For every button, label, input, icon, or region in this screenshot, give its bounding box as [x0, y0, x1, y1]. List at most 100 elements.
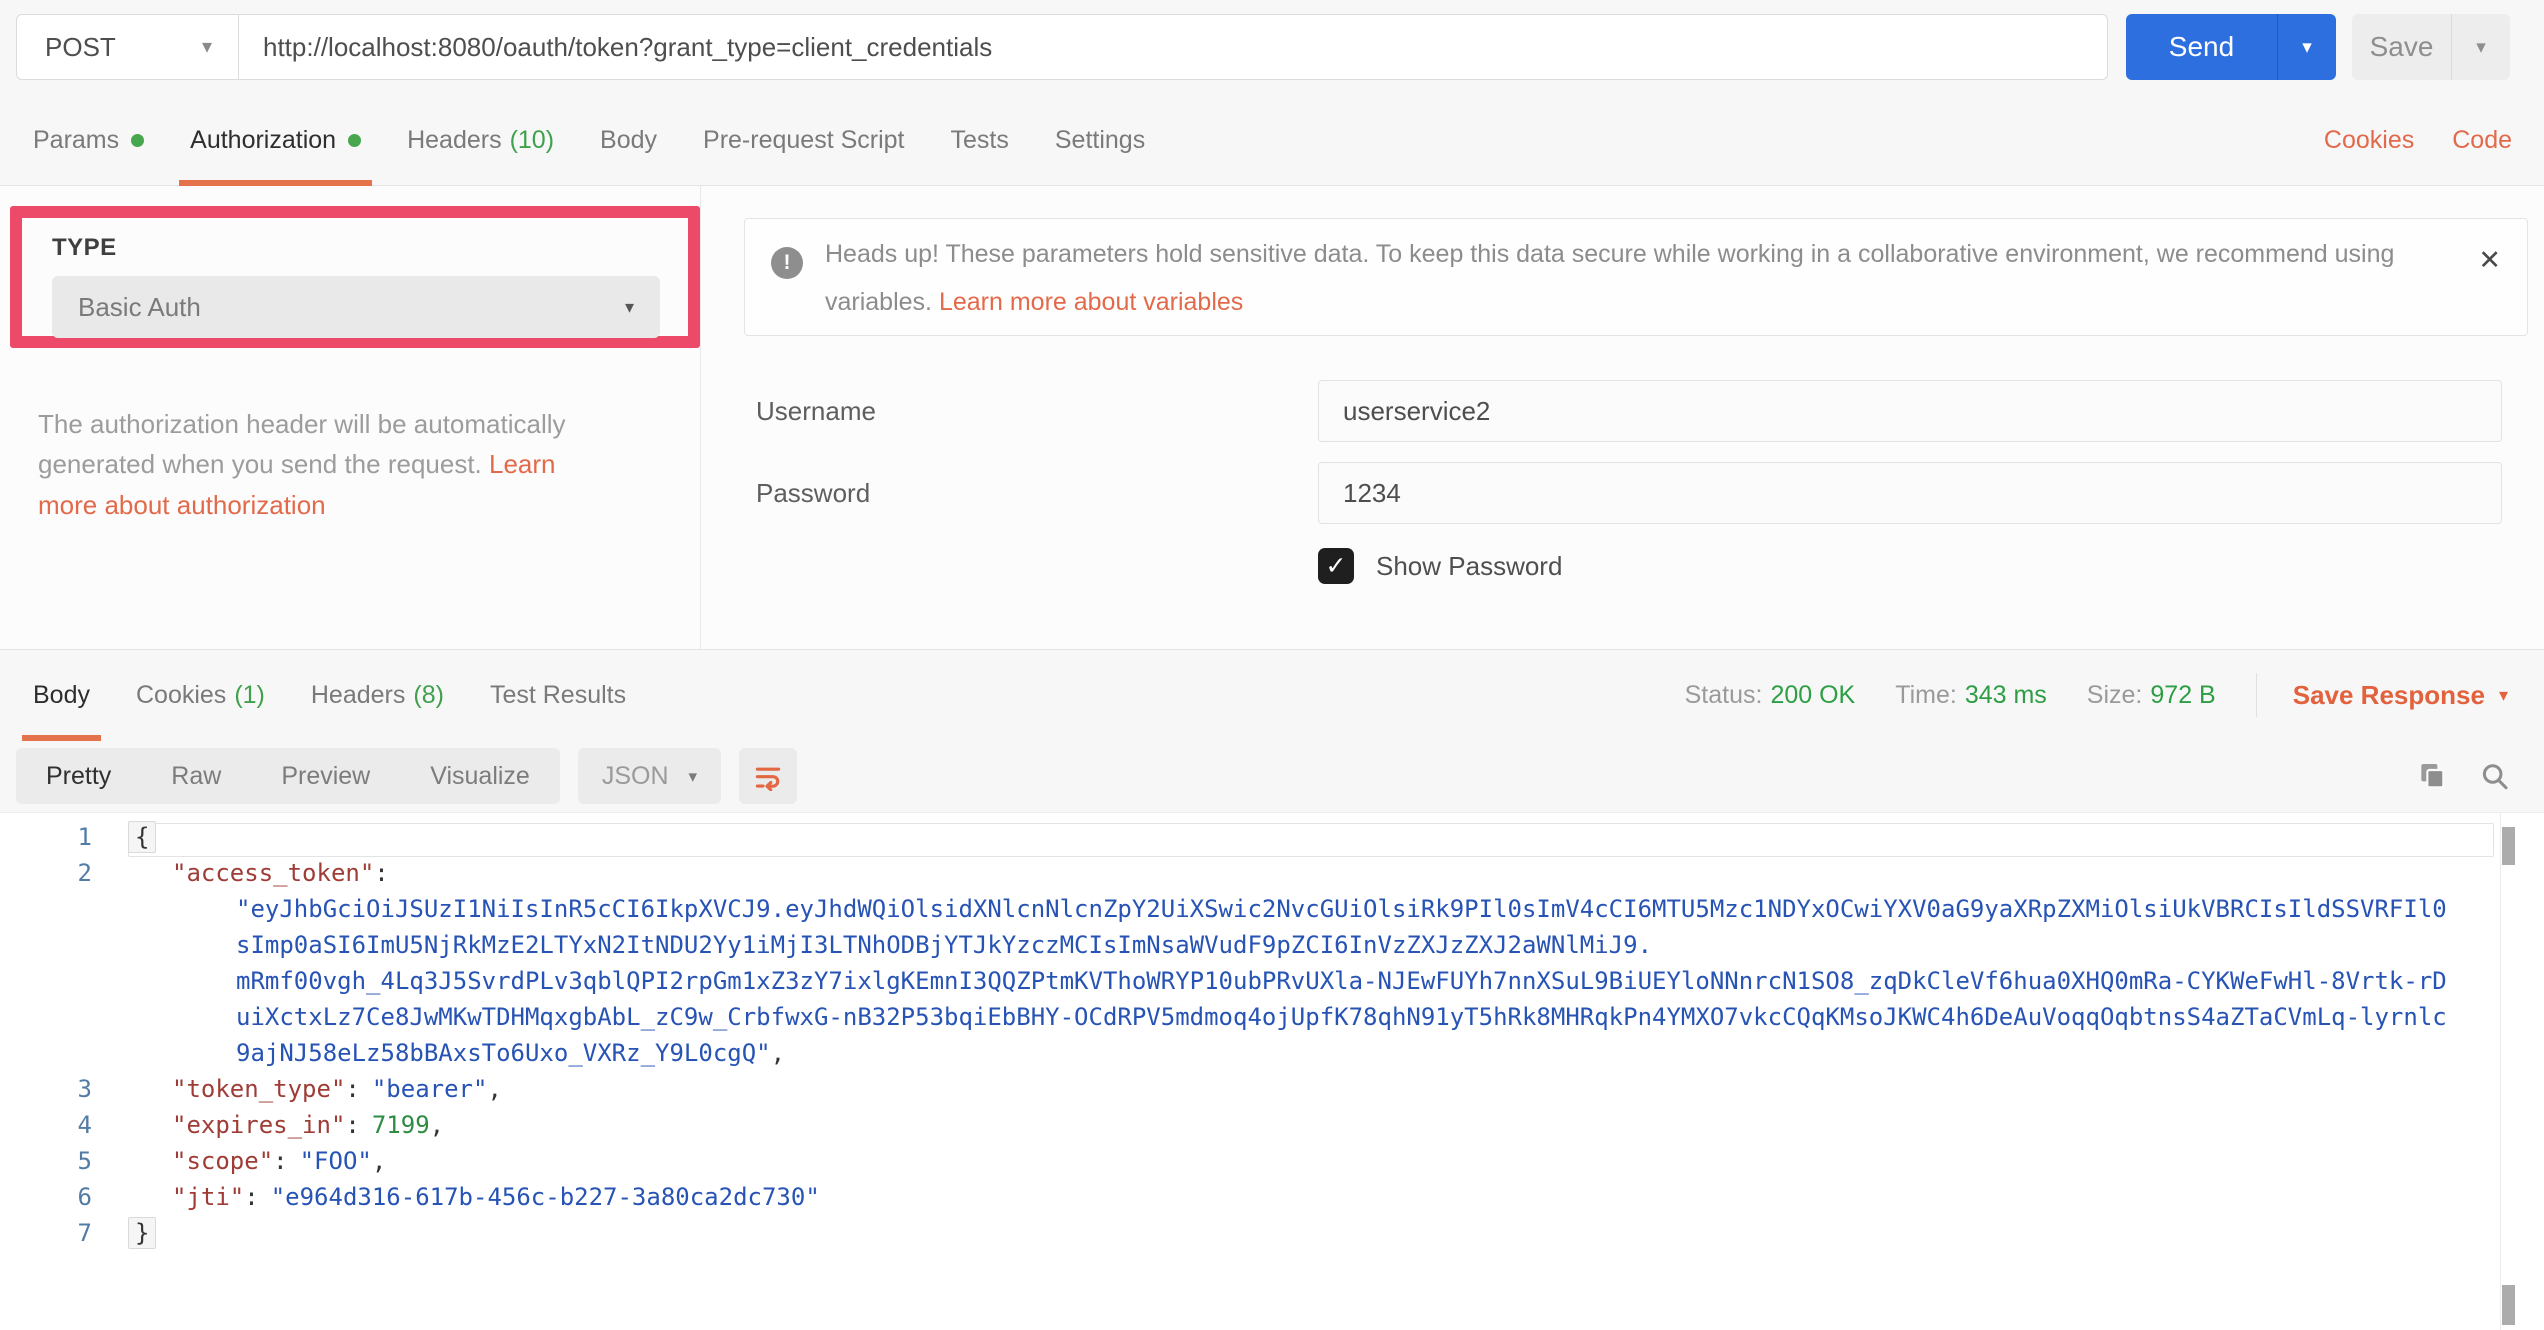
- line-number: 6: [0, 1179, 118, 1215]
- view-tab-preview[interactable]: Preview: [251, 748, 400, 804]
- chevron-down-icon: ▾: [625, 298, 634, 316]
- json-colon: :: [345, 1111, 359, 1139]
- authorization-green-dot: [348, 134, 361, 147]
- response-viewer-toolbar: Pretty Raw Preview Visualize JSON ▾: [0, 740, 2544, 812]
- banner-line2: variables.: [825, 288, 939, 316]
- response-tab-body[interactable]: Body: [10, 650, 113, 740]
- close-icon[interactable]: ✕: [2478, 245, 2501, 276]
- json-colon: :: [273, 1147, 287, 1175]
- wrap-lines-icon: [753, 761, 783, 791]
- method-select[interactable]: POST ▾: [17, 15, 239, 79]
- line-number: 1: [0, 819, 118, 855]
- url-input[interactable]: http://localhost:8080/oauth/token?grant_…: [239, 15, 2107, 79]
- code-line: 9ajNJ58eLz58bBAxsTo6Uxo_VXRz_Y9L0cgQ",: [0, 1035, 2544, 1071]
- view-tab-visualize[interactable]: Visualize: [400, 748, 560, 804]
- response-tab-cookies[interactable]: Cookies (1): [113, 650, 288, 740]
- code-line: 4"expires_in":7199,: [0, 1107, 2544, 1143]
- size-label: Size:: [2087, 681, 2143, 710]
- tab-body-label: Body: [600, 126, 657, 155]
- viewer-right-icons: [2416, 760, 2544, 792]
- response-tab-headers[interactable]: Headers (8): [288, 650, 467, 740]
- line-number: 5: [0, 1143, 118, 1179]
- chevron-down-icon[interactable]: ▾: [2499, 685, 2508, 706]
- send-button[interactable]: Send ▾: [2126, 14, 2336, 80]
- send-label[interactable]: Send: [2126, 14, 2277, 80]
- tab-headers[interactable]: Headers (10): [384, 96, 577, 185]
- time-value: 343 ms: [1965, 681, 2047, 710]
- tab-authorization[interactable]: Authorization: [167, 96, 384, 185]
- save-options-caret[interactable]: ▾: [2452, 14, 2510, 80]
- jwt-line: uiXctxLz7Ce8JwMKwTDHMqxgbAbL_zC9w_Crbfwx…: [236, 1003, 2447, 1031]
- copy-icon[interactable]: [2416, 760, 2448, 792]
- save-response-button[interactable]: Save Response: [2293, 680, 2485, 711]
- code-line: 2"access_token":: [0, 855, 2544, 891]
- chevron-down-icon: ▾: [2302, 36, 2312, 59]
- view-mode-segment: Pretty Raw Preview Visualize: [16, 748, 560, 804]
- response-tab-headers-label: Headers: [311, 681, 406, 710]
- auth-description: The authorization header will be automat…: [38, 404, 620, 525]
- cookies-count-badge: (1): [234, 681, 265, 710]
- username-field[interactable]: userservice2: [1318, 380, 2502, 442]
- cookies-link[interactable]: Cookies: [2324, 126, 2414, 155]
- request-bar: POST ▾ http://localhost:8080/oauth/token…: [16, 14, 2108, 80]
- line-number: 3: [0, 1071, 118, 1107]
- json-key: "scope": [172, 1147, 273, 1175]
- auth-type-dropdown[interactable]: Basic Auth ▾: [52, 276, 660, 338]
- save-button[interactable]: Save ▾: [2352, 14, 2510, 80]
- tab-authorization-label: Authorization: [190, 126, 336, 155]
- response-tab-test-results[interactable]: Test Results: [467, 650, 649, 740]
- json-comma: ,: [487, 1075, 501, 1103]
- tab-tests-label: Tests: [951, 126, 1009, 155]
- tab-tests[interactable]: Tests: [928, 96, 1032, 185]
- json-comma: ,: [430, 1111, 444, 1139]
- jwt-line: 9ajNJ58eLz58bBAxsTo6Uxo_VXRz_Y9L0cgQ": [236, 1039, 771, 1067]
- scrollbar-thumb[interactable]: [2502, 1285, 2515, 1325]
- code-link[interactable]: Code: [2452, 126, 2512, 155]
- response-body-editor[interactable]: 1{ 2"access_token": "eyJhbGciOiJSUzI1NiI…: [0, 812, 2544, 1330]
- search-icon[interactable]: [2478, 760, 2510, 792]
- show-password-label: Show Password: [1376, 548, 1562, 584]
- save-label[interactable]: Save: [2352, 14, 2451, 80]
- code-line: 1{: [0, 819, 2544, 855]
- code-line: mRmf00vgh_4Lq3J5SvrdPLv3qblQPI2rpGm1xZ3z…: [0, 963, 2544, 999]
- json-key: "token_type": [172, 1075, 345, 1103]
- line-number: 2: [0, 855, 118, 891]
- status-value: 200 OK: [1770, 681, 1855, 710]
- sensitive-data-banner: ! Heads up! These parameters hold sensit…: [744, 218, 2528, 336]
- request-tabs: Params Authorization Headers (10) Body P…: [0, 96, 2544, 186]
- code-line: 6"jti":"e964d316-617b-456c-b227-3a80ca2d…: [0, 1179, 2544, 1215]
- tab-settings[interactable]: Settings: [1032, 96, 1168, 185]
- json-key: "jti": [172, 1183, 244, 1211]
- response-tab-cookies-label: Cookies: [136, 681, 226, 710]
- tab-body[interactable]: Body: [577, 96, 680, 185]
- json-colon: :: [345, 1075, 359, 1103]
- method-label: POST: [45, 32, 116, 63]
- wrap-lines-button[interactable]: [739, 748, 797, 804]
- json-key: "expires_in": [172, 1111, 345, 1139]
- json-colon: :: [244, 1183, 258, 1211]
- auth-type-value: Basic Auth: [78, 292, 201, 323]
- banner-line1: Heads up! These parameters hold sensitiv…: [825, 240, 2394, 268]
- auth-description-text: The authorization header will be automat…: [38, 409, 566, 479]
- code-line: sImp0aSI6ImU5NjRkMzE2LTYxN2ItNDU2Yy1iMjI…: [0, 927, 2544, 963]
- password-field[interactable]: 1234: [1318, 462, 2502, 524]
- send-options-caret[interactable]: ▾: [2278, 14, 2336, 80]
- meta-divider: [2256, 673, 2257, 717]
- json-key: "access_token": [172, 859, 374, 887]
- tab-params[interactable]: Params: [10, 96, 167, 185]
- tab-settings-label: Settings: [1055, 126, 1145, 155]
- tab-pre-request-script[interactable]: Pre-request Script: [680, 96, 927, 185]
- json-comma: ,: [372, 1147, 386, 1175]
- view-tab-raw[interactable]: Raw: [141, 748, 251, 804]
- view-tab-pretty[interactable]: Pretty: [16, 748, 141, 804]
- password-label: Password: [756, 462, 870, 524]
- show-password-checkbox[interactable]: ✓: [1318, 548, 1354, 584]
- fold-close-brace[interactable]: }: [128, 1217, 156, 1249]
- json-value: 7199: [372, 1111, 430, 1139]
- json-value: "bearer": [372, 1075, 488, 1103]
- learn-more-variables-link[interactable]: Learn more about variables: [939, 288, 1243, 316]
- response-meta: Status: 200 OK Time: 343 ms Size: 972 B …: [1685, 673, 2544, 717]
- fold-open-brace[interactable]: {: [128, 821, 156, 853]
- code-line: 3 "token_type": "bearer",: [0, 1071, 2544, 1107]
- language-dropdown[interactable]: JSON ▾: [578, 748, 721, 804]
